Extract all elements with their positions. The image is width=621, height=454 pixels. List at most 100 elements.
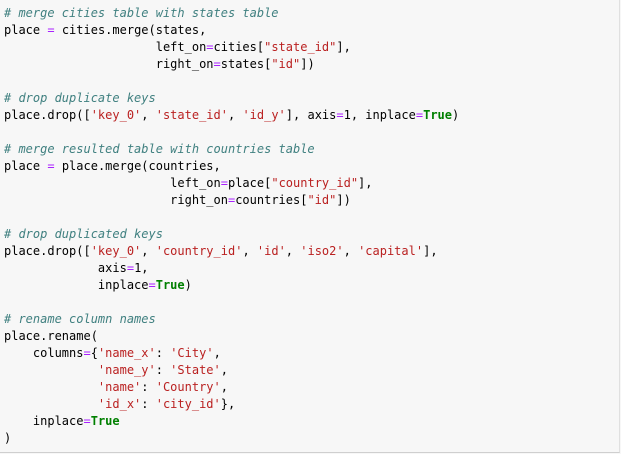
code-text: columns <box>4 346 84 360</box>
code-string: 'id_y' <box>242 108 286 122</box>
code-text: place.rename( <box>4 329 98 343</box>
code-comment: # drop duplicated keys <box>4 227 163 241</box>
code-string: 'State' <box>170 363 221 377</box>
code-text: ) <box>4 431 12 445</box>
code-keyword: True <box>155 278 185 292</box>
code-text: : <box>141 380 156 394</box>
code-string: 'id' <box>256 244 286 258</box>
code-line: ) <box>4 430 459 447</box>
code-string: 'key_0' <box>90 244 142 258</box>
code-operator: = <box>336 108 344 122</box>
code-text: , <box>242 244 257 258</box>
code-string: 'name_x' <box>97 346 156 360</box>
code-line: columns={'name_x': 'City', <box>4 345 459 362</box>
code-line: place = cities.merge(states, <box>4 22 459 39</box>
code-text: , <box>343 244 359 258</box>
code-string: "state_id" <box>264 40 337 54</box>
code-operator: = <box>415 108 424 122</box>
code-operator: = <box>83 414 91 428</box>
code-operator: = <box>148 278 156 292</box>
code-string: 'key_0' <box>90 108 142 122</box>
code-text: right_on <box>4 57 214 71</box>
code-line: place.drop(['key_0', 'country_id', 'id',… <box>4 243 459 260</box>
code-line: right_on=countries["id"]) <box>4 192 459 209</box>
code-text: place.drop([ <box>4 244 91 258</box>
code-string: 'capital' <box>358 244 424 258</box>
code-string: "id" <box>271 57 301 71</box>
code-text: 1, inplace <box>343 108 416 122</box>
code-line: left_on=cities["state_id"], <box>4 39 459 56</box>
code-line: axis=1, <box>4 260 459 277</box>
code-text: place[ <box>227 176 272 190</box>
code-operator: = <box>213 57 221 71</box>
code-text: inplace <box>4 414 84 428</box>
code-line: place.rename( <box>4 328 459 345</box>
code-string: 'state_id' <box>155 108 228 122</box>
code-text: , <box>141 108 156 122</box>
code-string: 'iso2' <box>300 244 344 258</box>
code-text: states[ <box>220 57 272 71</box>
code-text: : <box>155 346 171 360</box>
code-line: inplace=True) <box>4 277 459 294</box>
code-operator: = <box>47 159 55 173</box>
code-string: "id" <box>307 193 337 207</box>
code-text: }, <box>220 397 236 411</box>
code-text: ], <box>423 244 438 258</box>
code-line: # merge resulted table with countries ta… <box>4 141 459 158</box>
code-line: # merge cities table with states table <box>4 5 459 22</box>
code-comment: # merge cities table with states table <box>4 6 279 20</box>
code-comment: # drop duplicate keys <box>4 91 156 105</box>
code-comment: # merge resulted table with countries ta… <box>4 142 315 156</box>
code-text: , <box>227 108 243 122</box>
code-text: ], <box>336 40 351 54</box>
code-string: 'country_id' <box>155 244 243 258</box>
code-operator: = <box>126 261 135 275</box>
code-text: ) <box>452 108 460 122</box>
code-string: 'Country' <box>155 380 221 394</box>
code-text: ]) <box>300 57 315 71</box>
code-editor[interactable]: # merge cities table with states table pl… <box>4 5 459 447</box>
code-string: 'name' <box>97 380 142 394</box>
code-text: ], axis <box>285 108 337 122</box>
code-comment: # rename column names <box>4 312 156 326</box>
code-string: 'id_x' <box>97 397 142 411</box>
code-text: : <box>141 397 156 411</box>
code-text: right_on <box>4 193 228 207</box>
code-text: ) <box>184 278 192 292</box>
code-text: 1, <box>134 261 149 275</box>
code-text: cities[ <box>213 40 265 54</box>
code-cell[interactable]: # merge cities table with states table pl… <box>0 0 620 453</box>
code-text: ]) <box>336 193 351 207</box>
code-string: 'City' <box>170 346 214 360</box>
code-text: axis <box>4 261 127 275</box>
code-text: cities.merge(states, <box>54 23 207 37</box>
code-text: , <box>141 244 156 258</box>
code-text: , <box>220 380 228 394</box>
code-line: # drop duplicate keys <box>4 90 459 107</box>
code-text: place.drop([ <box>4 108 91 122</box>
code-text: left_on <box>4 176 221 190</box>
code-text: countries[ <box>235 193 308 207</box>
code-text: place <box>4 23 48 37</box>
code-line: 'name': 'Country', <box>4 379 459 396</box>
code-text: , <box>220 363 228 377</box>
code-text: , <box>285 244 301 258</box>
code-text: { <box>90 346 98 360</box>
code-line: place = place.merge(countries, <box>4 158 459 175</box>
code-string: "country_id" <box>271 176 359 190</box>
code-text: ], <box>358 176 373 190</box>
code-text: place.merge(countries, <box>54 159 221 173</box>
code-operator: = <box>83 346 91 360</box>
code-line: left_on=place["country_id"], <box>4 175 459 192</box>
code-line: inplace=True <box>4 413 459 430</box>
code-line: 'id_x': 'city_id'}, <box>4 396 459 413</box>
code-keyword: True <box>423 108 452 122</box>
code-line: place.drop(['key_0', 'state_id', 'id_y']… <box>4 107 459 124</box>
code-string: 'name_y' <box>97 363 156 377</box>
